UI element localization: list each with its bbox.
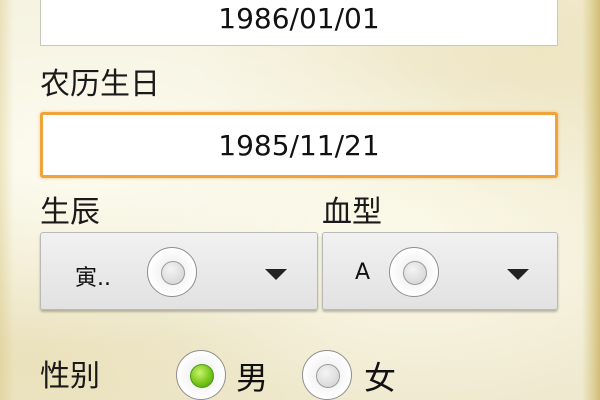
solar-birthday-value: 1986/01/01 (218, 1, 380, 35)
blood-type-value: A (355, 260, 371, 285)
gender-female-radio[interactable] (302, 350, 352, 400)
gender-label: 性别 (40, 359, 100, 394)
radio-circle-icon (147, 247, 197, 297)
birth-hour-value: 寅.. (75, 266, 111, 291)
lunar-birthday-field[interactable]: 1985/11/21 (40, 112, 558, 178)
lunar-birthday-value: 1985/11/21 (218, 128, 380, 162)
gender-male-label[interactable]: 男 (236, 362, 268, 394)
birth-hour-label: 生辰 (40, 195, 100, 230)
radio-circle-icon (389, 247, 439, 297)
gender-female-label[interactable]: 女 (364, 362, 396, 394)
page-edge-right (582, 0, 600, 400)
triangle-down-icon (265, 269, 287, 280)
birth-hour-spinner[interactable]: 寅.. (40, 232, 318, 310)
triangle-down-icon (507, 269, 529, 280)
blood-type-label: 血型 (322, 195, 382, 230)
gender-male-radio[interactable] (176, 350, 226, 400)
solar-birthday-field[interactable]: 1986/01/01 (40, 0, 558, 46)
lunar-birthday-label: 农历生日 (40, 67, 160, 102)
blood-type-spinner[interactable]: A (322, 232, 558, 310)
page-edge-left (0, 0, 14, 400)
